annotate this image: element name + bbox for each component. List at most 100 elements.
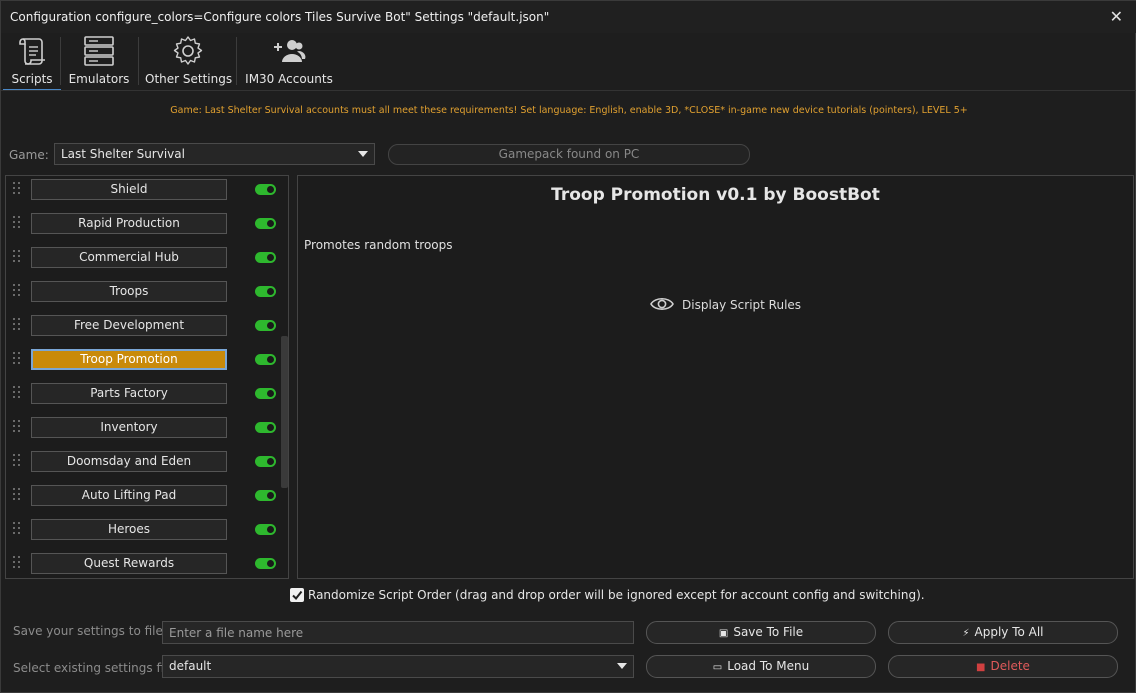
- drag-handle-icon[interactable]: [12, 386, 22, 402]
- title-bar: Configuration configure_colors=Configure…: [1, 1, 1136, 33]
- script-button[interactable]: Parts Factory: [31, 383, 227, 404]
- floppy-disk-icon: ▣: [718, 628, 729, 639]
- window-title: Configuration configure_colors=Configure…: [10, 10, 550, 24]
- script-button-selected[interactable]: Troop Promotion: [31, 349, 227, 370]
- scroll-icon: [19, 38, 45, 65]
- game-select[interactable]: Last Shelter Survival: [54, 143, 375, 165]
- drag-handle-icon[interactable]: [12, 556, 22, 572]
- close-icon[interactable]: ✕: [1110, 7, 1123, 26]
- script-row: Commercial Hub: [6, 247, 276, 281]
- script-row: Rapid Production: [6, 213, 276, 247]
- tab-emulators-label: Emulators: [68, 72, 130, 86]
- script-list[interactable]: Shield Rapid Production Commercial Hub T…: [5, 175, 289, 579]
- drag-handle-icon[interactable]: [12, 182, 22, 198]
- script-button[interactable]: Auto Lifting Pad: [31, 485, 227, 506]
- tab-emulators[interactable]: Emulators: [65, 33, 133, 91]
- tab-im30-accounts[interactable]: IM30 Accounts: [245, 33, 333, 91]
- settings-file-select[interactable]: default: [162, 655, 634, 678]
- drag-handle-icon[interactable]: [12, 250, 22, 266]
- drag-handle-icon[interactable]: [12, 454, 22, 470]
- tab-scripts-label: Scripts: [11, 72, 53, 86]
- script-toggle[interactable]: [255, 422, 276, 433]
- script-row: Inventory: [6, 417, 276, 451]
- drag-handle-icon[interactable]: [12, 522, 22, 538]
- script-description: Promotes random troops: [304, 238, 453, 252]
- script-toggle[interactable]: [255, 286, 276, 297]
- game-label: Game:: [9, 148, 49, 162]
- tab-divider: [138, 37, 139, 85]
- randomize-order-checkbox[interactable]: [290, 588, 304, 602]
- settings-file-select-value: default: [169, 659, 212, 673]
- script-toggle[interactable]: [255, 558, 276, 569]
- script-row: Free Development: [6, 315, 276, 349]
- checkmark-icon: [292, 590, 303, 601]
- script-row: Auto Lifting Pad: [6, 485, 276, 519]
- script-toggle[interactable]: [255, 490, 276, 501]
- tab-other-settings[interactable]: Other Settings: [145, 33, 233, 91]
- chevron-down-icon: [617, 663, 627, 669]
- script-button[interactable]: Heroes: [31, 519, 227, 540]
- script-button[interactable]: Quest Rewards: [31, 553, 227, 574]
- lightning-icon: ⚡: [962, 628, 970, 639]
- apply-to-all-label: Apply To All: [974, 625, 1044, 639]
- load-to-menu-label: Load To Menu: [727, 659, 810, 673]
- game-select-value: Last Shelter Survival: [61, 147, 185, 161]
- tab-other-settings-label: Other Settings: [145, 72, 233, 86]
- file-name-input[interactable]: [162, 621, 634, 644]
- apply-to-all-button[interactable]: ⚡ Apply To All: [888, 621, 1118, 644]
- script-toggle[interactable]: [255, 218, 276, 229]
- drag-handle-icon[interactable]: [12, 318, 22, 334]
- script-row: Quest Rewards: [6, 553, 276, 578]
- script-title: Troop Promotion v0.1 by BoostBot: [551, 185, 880, 205]
- drag-handle-icon[interactable]: [12, 216, 22, 232]
- script-row: Shield: [6, 179, 276, 213]
- delete-button[interactable]: ■ Delete: [888, 655, 1118, 678]
- script-button[interactable]: Troops: [31, 281, 227, 302]
- script-row: Troops: [6, 281, 276, 315]
- chevron-down-icon: [358, 151, 368, 157]
- script-list-scrollbar[interactable]: [281, 336, 288, 488]
- script-button[interactable]: Inventory: [31, 417, 227, 438]
- folder-open-icon: ▭: [712, 662, 723, 673]
- drag-handle-icon[interactable]: [12, 284, 22, 300]
- script-toggle[interactable]: [255, 524, 276, 535]
- settings-window: Configuration configure_colors=Configure…: [0, 0, 1136, 693]
- randomize-order-label: Randomize Script Order (drag and drop or…: [308, 588, 925, 602]
- tab-divider: [60, 37, 61, 85]
- game-requirements-notice: Game: Last Shelter Survival accounts mus…: [170, 105, 968, 116]
- server-icon: [84, 36, 114, 66]
- script-toggle[interactable]: [255, 320, 276, 331]
- script-button[interactable]: Doomsday and Eden: [31, 451, 227, 472]
- save-settings-label: Save your settings to file: [13, 624, 163, 638]
- tab-im30-accounts-label: IM30 Accounts: [245, 72, 333, 86]
- drag-handle-icon[interactable]: [12, 420, 22, 436]
- script-toggle[interactable]: [255, 252, 276, 263]
- save-to-file-label: Save To File: [733, 625, 804, 639]
- script-row: Heroes: [6, 519, 276, 553]
- tab-scripts[interactable]: Scripts: [3, 33, 61, 91]
- script-toggle[interactable]: [255, 354, 276, 365]
- load-to-menu-button[interactable]: ▭ Load To Menu: [646, 655, 876, 678]
- script-toggle[interactable]: [255, 388, 276, 399]
- script-toggle[interactable]: [255, 184, 276, 195]
- drag-handle-icon[interactable]: [12, 352, 22, 368]
- script-button[interactable]: Free Development: [31, 315, 227, 336]
- script-toggle[interactable]: [255, 456, 276, 467]
- tab-divider: [236, 37, 237, 85]
- script-row: Parts Factory: [6, 383, 276, 417]
- existing-settings-label: Select existing settings file: [13, 661, 175, 675]
- tab-bar-divider: [1, 90, 1136, 91]
- drag-handle-icon[interactable]: [12, 488, 22, 504]
- script-button[interactable]: Shield: [31, 179, 227, 200]
- display-script-rules-label: Display Script Rules: [682, 298, 802, 312]
- script-detail-panel: Troop Promotion v0.1 by BoostBot Promote…: [297, 175, 1134, 579]
- gear-icon: [173, 36, 203, 65]
- script-row: Troop Promotion: [6, 349, 276, 383]
- script-row: Doomsday and Eden: [6, 451, 276, 485]
- script-button[interactable]: Rapid Production: [31, 213, 227, 234]
- gamepack-status: Gamepack found on PC: [388, 144, 750, 165]
- users-icon: [274, 40, 306, 62]
- save-to-file-button[interactable]: ▣ Save To File: [646, 621, 876, 644]
- tab-bar: Scripts Emulators Other Settings IM30 Ac…: [1, 33, 1136, 91]
- script-button[interactable]: Commercial Hub: [31, 247, 227, 268]
